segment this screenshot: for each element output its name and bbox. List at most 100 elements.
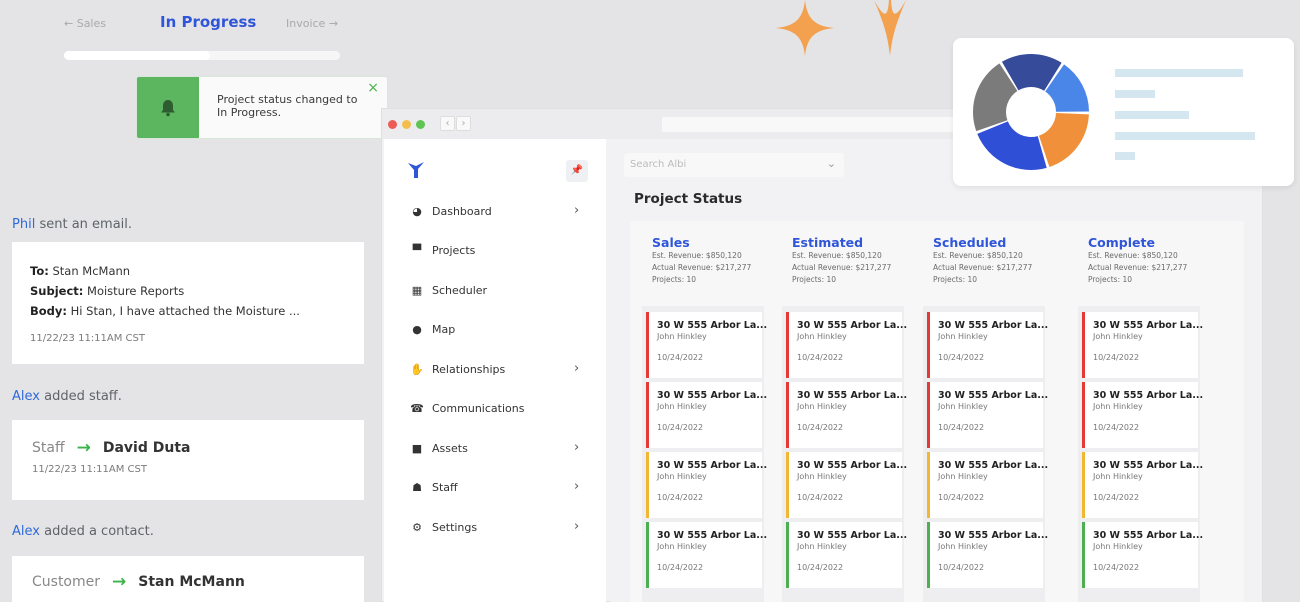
actor-name[interactable]: Alex [12,524,40,539]
project-owner: John Hinkley [1093,332,1143,341]
actor-name[interactable]: Alex [12,389,40,404]
project-address: 30 W 555 Arbor La... [1093,320,1204,331]
close-window-button[interactable] [388,120,397,129]
actual-revenue: Actual Revenue: $217,277 [652,263,752,272]
project-count: Projects: 10 [792,275,837,284]
column-title[interactable]: Estimated [792,235,922,250]
project-date: 10/24/2022 [657,423,704,432]
close-icon[interactable]: × [367,80,379,96]
project-card[interactable]: 30 W 555 Arbor La... John Hinkley 10/24/… [646,522,767,588]
project-owner: John Hinkley [797,542,847,551]
activity-email-heading: Phil sent an email. [12,217,132,232]
sidebar-item-map[interactable]: ● Map [384,319,606,341]
project-card[interactable]: 30 W 555 Arbor La... John Hinkley 10/24/… [927,522,1048,588]
project-card[interactable]: 30 W 555 Arbor La... John Hinkley 10/24/… [646,312,768,378]
donut-chart [973,53,1089,170]
project-card[interactable]: 30 W 555 Arbor La... John Hinkley 10/24/… [786,522,908,588]
sidebar-item-settings[interactable]: ⚙ Settings › [384,517,606,539]
project-card[interactable]: 30 W 555 Arbor La... John Hinkley 10/24/… [927,452,1049,518]
legend-placeholder-bar [1115,69,1243,77]
contact-activity-card[interactable]: Customer → Stan McMann [12,556,364,602]
legend-placeholder-bar [1115,132,1255,140]
sidebar-item-dashboard[interactable]: ◕ Dashboard › [384,201,606,223]
project-card[interactable]: 30 W 555 Arbor La... John Hinkley 10/24/… [1082,382,1203,448]
phone-icon: ☎ [410,402,424,415]
briefcase-icon: ▀ [412,244,422,257]
sidebar-item-label: Projects [432,244,476,257]
project-card[interactable]: 30 W 555 Arbor La... John Hinkley 10/24/… [786,312,907,378]
email-subject: Subject: Moisture Reports [30,284,185,298]
minimize-window-button[interactable] [402,120,411,129]
project-address: 30 W 555 Arbor La... [797,530,908,541]
project-date: 10/24/2022 [797,423,844,432]
chevron-right-icon: › [574,519,580,534]
toast-icon-area [137,77,199,138]
chevron-down-icon[interactable]: ⌄ [827,157,836,170]
project-owner: John Hinkley [938,542,988,551]
forward-icon[interactable]: › [456,116,471,131]
project-owner: John Hinkley [1093,472,1143,481]
project-address: 30 W 555 Arbor La... [657,390,768,401]
project-card[interactable]: 30 W 555 Arbor La... John Hinkley 10/24/… [1082,312,1204,378]
sidebar-item-assets[interactable]: ■ Assets › [384,438,606,460]
status-steps: ← Sales In Progress Invoice → [64,12,344,34]
project-card[interactable]: 30 W 555 Arbor La... John Hinkley 10/24/… [786,452,907,518]
email-activity-card[interactable]: To: Stan McMann Subject: Moisture Report… [12,242,364,364]
project-card[interactable]: 30 W 555 Arbor La... John Hinkley 10/24/… [786,382,908,448]
search-input[interactable]: Search Albi ⌄ [624,153,844,177]
project-address: 30 W 555 Arbor La... [797,390,908,401]
legend-placeholder-bar [1115,111,1189,119]
change-to: Stan McMann [138,574,245,590]
status-progress-fill [64,51,211,60]
project-owner: John Hinkley [938,332,988,341]
arrow-right-icon: → [76,438,91,458]
sidebar-item-relationships[interactable]: ✋ Relationships › [384,359,606,381]
column-title[interactable]: Complete [1088,235,1218,250]
sidebar-item-communications[interactable]: ☎ Communications [384,398,606,420]
back-icon[interactable]: ‹ [440,116,455,131]
donut-segment-orange [1038,113,1089,167]
column-header: Estimated Est. Revenue: $850,120 Actual … [792,235,922,286]
actor-name[interactable]: Phil [12,217,35,232]
sidebar-item-projects[interactable]: ▀ Projects [384,240,606,262]
sidebar-item-staff[interactable]: ☗ Staff › [384,477,606,499]
column-title[interactable]: Sales [652,235,782,250]
change-from: Staff [32,440,65,456]
project-count: Projects: 10 [933,275,978,284]
step-sales[interactable]: ← Sales [64,17,106,30]
card-list: 30 W 555 Arbor La... John Hinkley 10/24/… [782,306,908,602]
project-owner: John Hinkley [797,472,847,481]
project-owner: John Hinkley [657,402,707,411]
step-invoice[interactable]: Invoice → [286,17,338,30]
project-address: 30 W 555 Arbor La... [1093,460,1204,471]
project-card[interactable]: 30 W 555 Arbor La... John Hinkley 10/24/… [927,382,1048,448]
project-card[interactable]: 30 W 555 Arbor La... John Hinkley 10/24/… [646,382,768,448]
project-date: 10/24/2022 [1093,493,1140,502]
pin-icon[interactable]: 📌 [566,160,588,182]
project-owner: John Hinkley [797,402,847,411]
project-date: 10/24/2022 [1093,563,1140,572]
project-card[interactable]: 30 W 555 Arbor La... John Hinkley 10/24/… [1082,452,1204,518]
project-address: 30 W 555 Arbor La... [938,460,1049,471]
project-date: 10/24/2022 [657,563,704,572]
column-title[interactable]: Scheduled [933,235,1063,250]
project-card[interactable]: 30 W 555 Arbor La... John Hinkley 10/24/… [646,452,767,518]
card-list: 30 W 555 Arbor La... John Hinkley 10/24/… [642,306,768,602]
sidebar-item-scheduler[interactable]: ▦ Scheduler [384,280,606,302]
main-content: Search Albi ⌄ Project Status Sales Est. … [610,139,1262,602]
project-date: 10/24/2022 [797,353,844,362]
search-placeholder: Search Albi [630,159,687,170]
app-logo[interactable] [406,159,426,179]
actual-revenue: Actual Revenue: $217,277 [1088,263,1188,272]
activity-staff-heading: Alex added staff. [12,389,122,404]
sparkle-icons [776,0,906,56]
staff-activity-card[interactable]: Staff → David Duta 11/22/23 11:11AM CST [12,420,364,500]
actual-revenue: Actual Revenue: $217,277 [792,263,892,272]
staff-timestamp: 11/22/23 11:11AM CST [32,464,147,475]
maximize-window-button[interactable] [416,120,425,129]
bell-icon [161,99,175,116]
project-card[interactable]: 30 W 555 Arbor La... John Hinkley 10/24/… [1082,522,1203,588]
donut-chart-card [953,38,1294,186]
project-address: 30 W 555 Arbor La... [657,320,768,331]
project-card[interactable]: 30 W 555 Arbor La... John Hinkley 10/24/… [927,312,1048,378]
